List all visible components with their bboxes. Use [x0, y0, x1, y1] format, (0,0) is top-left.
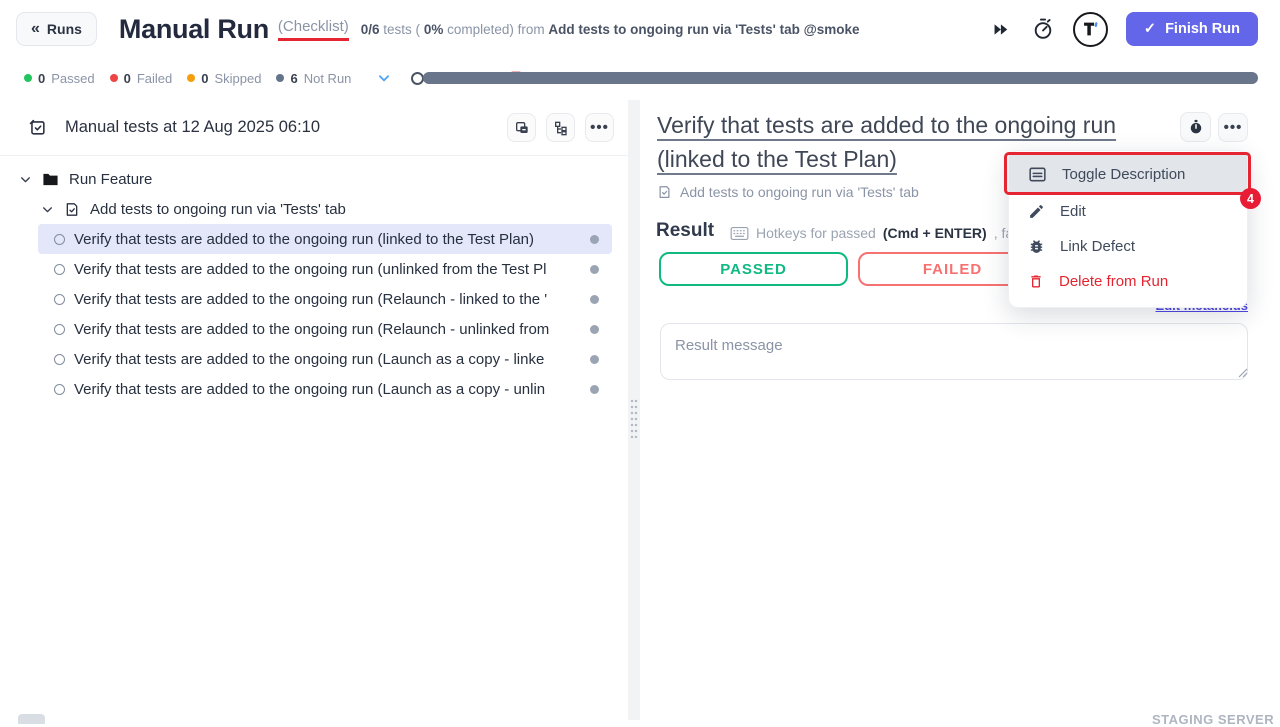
test-status-circle-icon	[54, 354, 65, 365]
ellipsis-icon: •••	[590, 124, 609, 132]
run-stats-summary: 0/6 tests ( 0% completed) from Add tests…	[361, 22, 860, 37]
checklist-edit-icon	[28, 118, 47, 137]
top-bar: « Runs Manual Run (Checklist) 0/6 tests …	[0, 0, 1280, 58]
failed-dot-icon	[110, 74, 118, 82]
test-status-circle-icon	[54, 264, 65, 275]
sidebar-header: Manual tests at 12 Aug 2025 06:10 •••	[0, 100, 628, 156]
run-type-link[interactable]: (Checklist)	[278, 18, 349, 41]
panel-divider	[628, 100, 640, 720]
tests-sidebar: Manual tests at 12 Aug 2025 06:10 •••	[0, 100, 628, 720]
finish-run-button[interactable]: ✓ Finish Run	[1126, 12, 1258, 46]
stopwatch-icon[interactable]	[1031, 17, 1055, 41]
passed-button[interactable]: PASSED	[659, 252, 848, 286]
status-counters: 0 Passed 0 Failed 0 Skipped 6 Not Run	[24, 71, 351, 86]
menu-item-link-defect[interactable]: Link Defect	[1009, 229, 1247, 264]
result-heading: Result	[656, 220, 714, 242]
run-source: Add tests to ongoing run via 'Tests' tab…	[548, 22, 859, 37]
test-context-menu: Toggle Description Edit Link Defect Dele…	[1008, 150, 1248, 308]
sidebar-toolbar: •••	[507, 113, 614, 142]
double-chevron-left-icon: «	[31, 21, 40, 37]
ellipsis-icon: •••	[1224, 124, 1243, 132]
notrun-dot-icon	[276, 74, 284, 82]
notrun-counter: 6 Not Run	[276, 71, 351, 86]
start-timer-button[interactable]	[1180, 112, 1211, 142]
copy-tests-button[interactable]	[507, 113, 536, 142]
test-status-circle-icon	[54, 234, 65, 245]
test-state-dot-icon	[590, 355, 599, 364]
chevron-down-icon[interactable]	[18, 173, 32, 186]
result-message-input[interactable]	[660, 323, 1248, 380]
back-label: Runs	[47, 21, 82, 37]
description-icon	[1028, 166, 1047, 183]
tree-view-button[interactable]	[546, 113, 575, 142]
top-bar-actions: ✓ Finish Run	[989, 12, 1280, 47]
chevron-down-icon[interactable]	[40, 203, 54, 216]
fast-forward-icon[interactable]	[989, 17, 1013, 41]
bug-icon	[1028, 238, 1045, 255]
test-tree: Run Feature Add tests to ongoing run via…	[0, 156, 628, 404]
test-state-dot-icon	[590, 385, 599, 394]
tree-suite[interactable]: Add tests to ongoing run via 'Tests' tab	[0, 194, 628, 224]
folder-icon	[42, 172, 59, 187]
sidebar-title: Manual tests at 12 Aug 2025 06:10	[65, 118, 320, 137]
divider-drag-handle[interactable]	[630, 398, 638, 438]
failed-counter: 0 Failed	[110, 71, 173, 86]
test-status-circle-icon	[54, 324, 65, 335]
run-progress-bar	[423, 72, 1258, 84]
test-state-dot-icon	[590, 265, 599, 274]
tree-folder-run-feature[interactable]: Run Feature	[0, 164, 628, 194]
passed-counter: 0 Passed	[24, 71, 95, 86]
folder-label: Run Feature	[69, 171, 152, 188]
test-row[interactable]: Verify that tests are added to the ongoi…	[38, 344, 612, 374]
suite-label: Add tests to ongoing run via 'Tests' tab	[90, 201, 346, 218]
sidebar-more-button[interactable]: •••	[585, 113, 614, 142]
menu-item-delete-from-run[interactable]: Delete from Run	[1009, 264, 1247, 299]
menu-item-edit[interactable]: Edit	[1009, 194, 1247, 229]
suite-doc-icon	[657, 184, 672, 200]
test-row[interactable]: Verify that tests are added to the ongoi…	[38, 374, 612, 404]
suite-reference[interactable]: Add tests to ongoing run via 'Tests' tab	[657, 184, 919, 200]
passed-dot-icon	[24, 74, 32, 82]
trash-icon	[1028, 273, 1044, 290]
test-state-dot-icon	[590, 325, 599, 334]
test-status-circle-icon	[54, 384, 65, 395]
tests-fraction: 0/6	[361, 22, 380, 37]
back-to-runs-button[interactable]: « Runs	[16, 12, 97, 46]
keyboard-icon	[730, 226, 749, 241]
test-state-dot-icon	[590, 295, 599, 304]
test-row[interactable]: Verify that tests are added to the ongoi…	[38, 314, 612, 344]
test-row[interactable]: Verify that tests are added to the ongoi…	[38, 224, 612, 254]
app-logo[interactable]	[1073, 12, 1108, 47]
test-status-circle-icon	[54, 294, 65, 305]
test-row[interactable]: Verify that tests are added to the ongoi…	[38, 284, 612, 314]
skipped-counter: 0 Skipped	[187, 71, 261, 86]
percent-complete: 0%	[424, 22, 444, 37]
chevron-down-icon[interactable]	[375, 69, 393, 87]
hotkeys-hint: Hotkeys for passed (Cmd + ENTER) , fa	[730, 225, 1013, 241]
pencil-icon	[1028, 203, 1045, 220]
menu-item-toggle-description[interactable]: Toggle Description	[1009, 154, 1247, 194]
bottom-left-widget	[18, 714, 45, 724]
annotation-step-badge: 4	[1240, 188, 1261, 209]
skipped-dot-icon	[187, 74, 195, 82]
test-state-dot-icon	[590, 235, 599, 244]
test-more-button[interactable]: •••	[1218, 113, 1248, 142]
page-title: Manual Run	[119, 14, 269, 45]
check-icon: ✓	[1144, 21, 1156, 37]
suite-doc-icon	[64, 201, 80, 218]
test-row[interactable]: Verify that tests are added to the ongoi…	[38, 254, 612, 284]
